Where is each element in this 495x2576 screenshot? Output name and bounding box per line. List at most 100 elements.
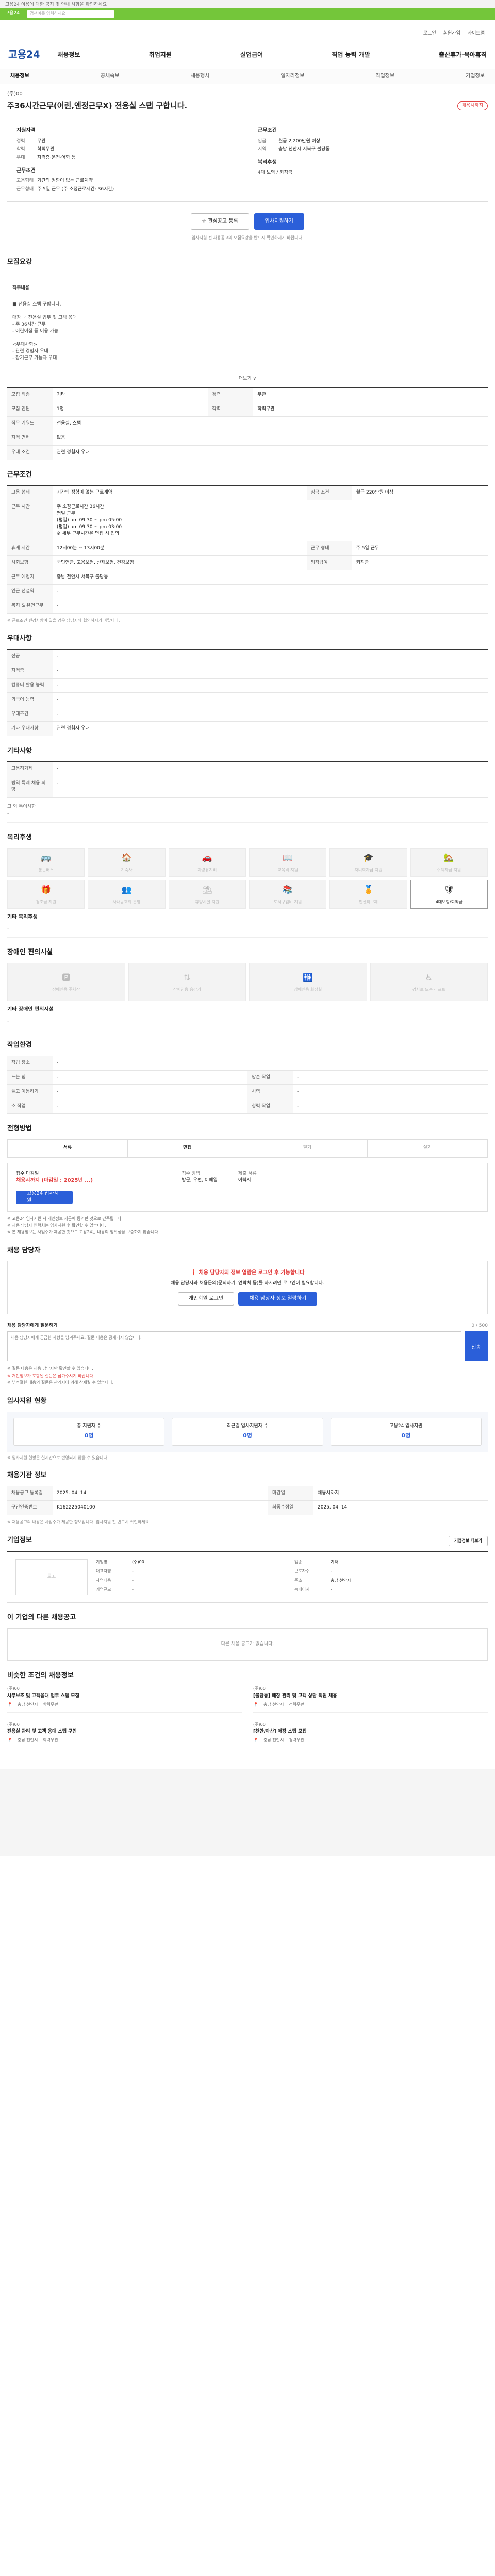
more-button[interactable]: 더보기 ∨ — [7, 372, 488, 387]
subnav-item[interactable]: 채용행사 — [191, 73, 210, 80]
section-title: 모집요강 — [7, 258, 32, 266]
company-field: 근로자수 - — [294, 1568, 488, 1577]
table-label: 병역 특례 채용 희망 — [7, 776, 53, 798]
welfare-label: 통근버스 — [38, 867, 54, 872]
welfare-label: 차량유지비 — [197, 867, 217, 872]
save-job-button[interactable]: ☆ 관심공고 등록 — [191, 213, 249, 230]
alert-icon: ❗ — [190, 1270, 199, 1276]
table-label: 복지 & 유연근무 — [7, 599, 53, 614]
rec-meta: 경력무관 — [289, 1738, 304, 1743]
status-badge: 채용시까지 — [457, 101, 488, 110]
org-note: ※ 채용공고의 내용은 사업주가 제공한 정보입니다. 입사지원 전 반드시 확… — [7, 1520, 151, 1525]
table-label: 기타 우대사항 — [7, 721, 53, 736]
table-value: - — [53, 584, 488, 600]
company-name: (주)00 — [7, 91, 23, 97]
table-value: - — [53, 1056, 488, 1071]
kv-value: 4대 보험 / 퇴직금 — [258, 170, 293, 176]
subnav-item[interactable]: 공채속보 — [101, 73, 120, 80]
note-line: ※ 본 채용정보는 사업주가 제공한 것으로 고용24는 내용의 정확성을 보증… — [7, 1229, 160, 1234]
welfare-label: 주택자금 지원 — [437, 867, 461, 872]
accessibility-icon: ⇅ — [184, 972, 191, 982]
table-value: - — [53, 776, 488, 798]
sitemap-link[interactable]: 사이트맵 — [468, 30, 485, 37]
view-contact-button[interactable]: 채용 담당자 정보 열람하기 — [238, 1292, 318, 1306]
qa-count: 0 / 500 — [471, 1323, 488, 1328]
table-label: 근무 형태 — [306, 541, 352, 556]
job-title: 주36시간근무(어린,엔정근무X) 전용실 스탭 구합니다. — [7, 100, 188, 110]
apply-online-button[interactable]: 고용24 입사지원 — [16, 1191, 73, 1205]
recommended-job-card[interactable]: (주)00 [불당동] 매장 관리 및 고객 상담 직원 채용 📍 충남 천안시 경력무… — [253, 1686, 488, 1713]
table-label: 임금 조건 — [306, 485, 352, 500]
site-logo[interactable]: 고용24 — [8, 48, 40, 62]
gnb-item[interactable]: 직업 능력 개발 — [332, 50, 370, 59]
welfare-item: 🏠 기숙사 — [88, 848, 166, 877]
qa-note: ※ 질문 내용은 채용 담당자만 확인할 수 있습니다. — [7, 1366, 93, 1371]
rec-title: 전용실 관리 및 고객 응대 스탭 구인 — [7, 1729, 77, 1735]
job-summary: 지원자격 경력 무관 학력 학력무관 우대 자격증·운전·어학 등 근무조건 고용형태… — [7, 120, 488, 202]
welfare-item: 🏅 인센티브제 — [329, 879, 407, 909]
subnav-item[interactable]: 기업정보 — [466, 73, 485, 80]
rec-meta: 경력무관 — [289, 1702, 304, 1707]
table-value: 전용실, 스탭 — [53, 416, 488, 431]
gnb-item[interactable]: 취업지원 — [149, 50, 172, 59]
table-label: 경력 — [208, 387, 254, 402]
table-value: - — [53, 649, 488, 664]
search-input[interactable]: 검색어를 입력하세요 — [27, 10, 115, 18]
stat-value: 0명 — [243, 1432, 252, 1439]
welfare-label: 사내동호회 운영 — [112, 899, 141, 904]
welfare-icon: 🏅 — [363, 885, 374, 895]
signup-link[interactable]: 회원가입 — [443, 30, 460, 37]
table-label: 휴게 시간 — [7, 541, 53, 556]
table-value: - — [53, 692, 488, 707]
table-label: 우대 조건 — [7, 445, 53, 460]
section-title: 기타사항 — [7, 747, 32, 755]
table-value: 없음 — [53, 431, 488, 446]
table-label: 외국어 능력 — [7, 692, 53, 707]
stat-card: 총 지원자 수 0명 — [13, 1417, 165, 1446]
company-more-button[interactable]: 기업정보 더보기 — [448, 1535, 488, 1546]
qa-textarea[interactable] — [7, 1331, 461, 1361]
welfare-item: 🏡 주택자금 지원 — [410, 848, 488, 877]
qa-heading: 채용 담당자에게 질문하기 — [7, 1323, 58, 1328]
gnb-item[interactable]: 채용정보 — [57, 50, 80, 59]
table-label: 전공 — [7, 649, 53, 664]
gnb-item[interactable]: 실업급여 — [240, 50, 263, 59]
table-value: 퇴직금 — [352, 555, 488, 571]
recommended-job-card[interactable]: (주)00 전용실 관리 및 고객 응대 스탭 구인 📍 충남 천안시 학력무관 — [7, 1722, 242, 1748]
note-line: ※ 고용24 입사지원 시 개인정보 제공에 동의한 것으로 간주됩니다. — [7, 1216, 123, 1222]
accessibility-label: 경사로 또는 리프트 — [412, 987, 446, 992]
method-value: 방문, 우편, 이메일 — [182, 1177, 218, 1183]
docs-heading: 제출 서류 — [238, 1171, 257, 1176]
subnav-item[interactable]: 일자리정보 — [280, 73, 304, 80]
stat-card: 최근일 입사지원자 수 0명 — [172, 1417, 323, 1446]
section-title: 전형방법 — [7, 1124, 32, 1132]
stat-label: 고용24 입사지원 — [389, 1423, 423, 1429]
rec-meta: 충남 천안시 — [17, 1738, 38, 1743]
gnb-item[interactable]: 출산휴가·육아휴직 — [439, 50, 487, 59]
accessibility-icon: 🅿 — [62, 972, 71, 982]
recommended-job-card[interactable]: (주)00 사무보조 및 고객응대 업무 스탭 모집 📍 충남 천안시 학력무관 — [7, 1686, 242, 1713]
process-step: 면접 — [128, 1139, 248, 1157]
section-title: 비슷한 조건의 채용정보 — [7, 1671, 74, 1680]
subnav-item[interactable]: 채용정보 — [10, 73, 29, 80]
recommended-job-card[interactable]: (주)00 [천안/아산] 매장 스탭 모집 📍 충남 천안시 경력무관 — [253, 1722, 488, 1748]
kv-label: 임금 — [258, 138, 267, 144]
login-link[interactable]: 로그인 — [423, 30, 436, 37]
qa-submit-button[interactable]: 전송 — [464, 1331, 488, 1361]
stat-value: 0명 — [401, 1432, 411, 1439]
welfare-label: 4대보험/퇴직금 — [435, 899, 463, 904]
work-note: ※ 근로조건 변경사항이 있을 경우 담당자와 협의하시기 바랍니다. — [7, 618, 120, 623]
star-icon: ☆ — [202, 218, 208, 225]
login-button[interactable]: 개인회원 로그인 — [177, 1292, 235, 1306]
company-field-value: - — [132, 1587, 134, 1592]
table-label: 학력 — [208, 402, 254, 417]
company-field: 홈페이지 - — [294, 1587, 488, 1595]
kv-label: 우대 — [16, 155, 25, 160]
welfare-item: 📖 교육비 지원 — [249, 848, 327, 877]
subnav-item[interactable]: 직업정보 — [375, 73, 394, 80]
table-label: 청력 작업 — [248, 1099, 293, 1114]
company-logo: 로고 — [15, 1558, 88, 1595]
section-title: 채용기관 정보 — [7, 1471, 47, 1480]
apply-button[interactable]: 입사지원하기 — [254, 213, 304, 230]
table-value: 관련 경험자 우대 — [53, 721, 488, 736]
